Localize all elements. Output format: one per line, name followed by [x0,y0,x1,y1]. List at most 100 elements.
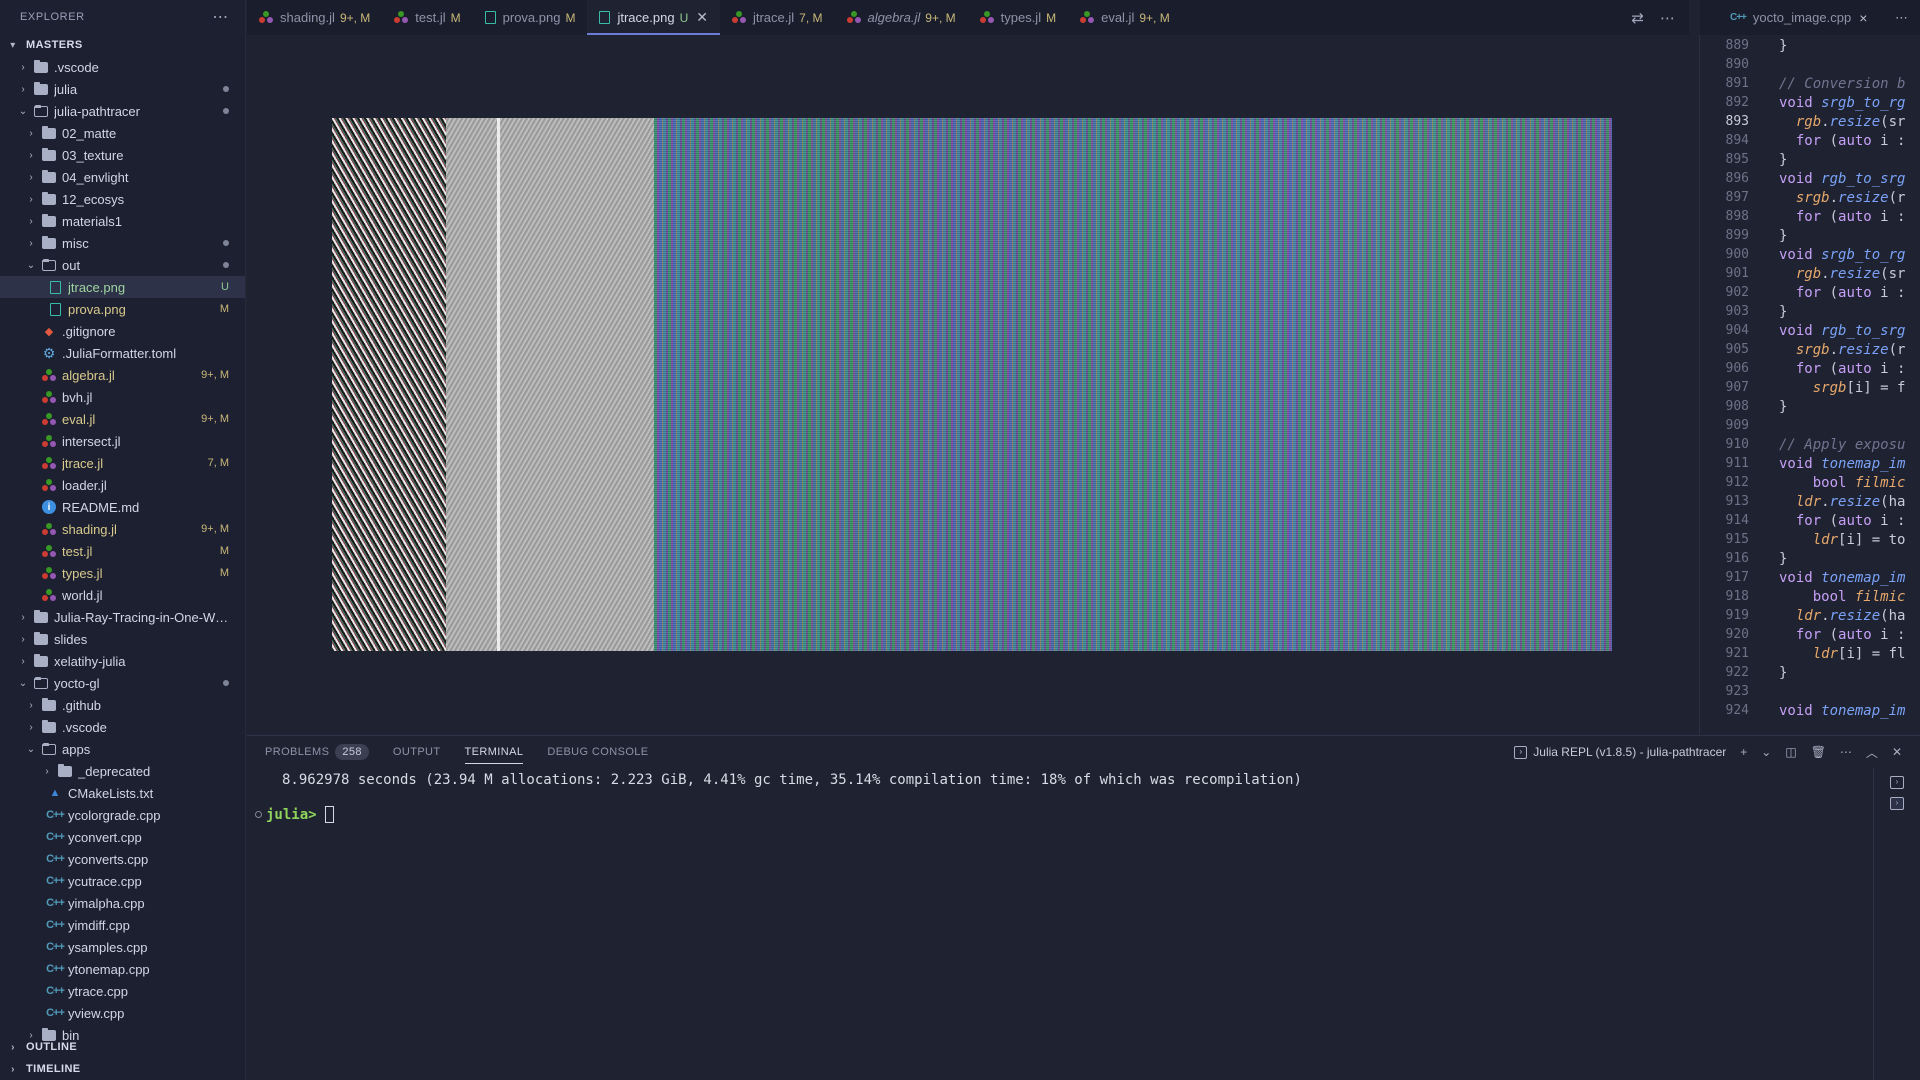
tree-item-ycolorgrade-cpp[interactable]: C++ ycolorgrade.cpp [0,804,245,826]
tree-item-julia-pathtracer[interactable]: ⌄ julia-pathtracer [0,100,245,122]
terminal-output: 8.962978 seconds (23.94 M allocations: 2… [282,772,1302,788]
split-terminal-icon[interactable]: ◫ [1785,745,1796,759]
tree-item-algebra-jl[interactable]: algebra.jl 9+, M [0,364,245,386]
julia-file-icon [42,390,56,404]
panel-tab-debug-console[interactable]: DEBUG CONSOLE [547,736,648,768]
chevron-right-icon: › [11,1041,15,1053]
tree-item-yocto-gl[interactable]: ⌄ yocto-gl [0,672,245,694]
close-icon[interactable]: ✕ [696,9,708,26]
tree-item-label: bvh.jl [62,389,93,405]
more-actions-icon[interactable]: ⋯ [1660,9,1675,27]
workspace-root-masters[interactable]: ▾ MASTERS [0,34,245,56]
tree-item-slides[interactable]: › slides [0,628,245,650]
tree-item-03-texture[interactable]: › 03_texture [0,144,245,166]
tree-item--vscode[interactable]: › .vscode [0,716,245,738]
tab-jtrace-png[interactable]: jtrace.png U ✕ [587,0,720,35]
terminal-instance-icon[interactable]: › [1890,776,1904,789]
tree-item--deprecated[interactable]: › _deprecated [0,760,245,782]
tree-item-jtrace-png[interactable]: jtrace.png U [0,276,245,298]
tree-item-cmakelists-txt[interactable]: ▲ CMakeLists.txt [0,782,245,804]
tab-types-jl[interactable]: types.jl M [968,0,1068,35]
folder-icon [34,631,48,646]
maximize-panel-icon[interactable]: ︿ [1866,744,1878,761]
tree-item-bvh-jl[interactable]: bvh.jl [0,386,245,408]
terminal[interactable]: 8.962978 seconds (23.94 M allocations: 2… [247,768,1872,1080]
tree-item-02-matte[interactable]: › 02_matte [0,122,245,144]
more-actions-icon[interactable]: ⋯ [1895,10,1920,26]
tree-item-julia-ray-tracing-in-one-we-[interactable]: › Julia-Ray-Tracing-in-One-We... [0,606,245,628]
tab-shading-jl[interactable]: shading.jl 9+, M [247,0,382,35]
tab-eval-jl[interactable]: eval.jl 9+, M [1068,0,1182,35]
close-icon[interactable]: × [1859,10,1867,26]
panel-tab-terminal[interactable]: TERMINAL [464,736,524,768]
tab-jtrace-jl[interactable]: jtrace.jl 7, M [720,0,835,35]
tree-item--gitignore[interactable]: ◆ .gitignore [0,320,245,342]
tree-item-intersect-jl[interactable]: intersect.jl [0,430,245,452]
chevron-right-icon: › [21,611,25,623]
tree-item-shading-jl[interactable]: shading.jl 9+, M [0,518,245,540]
tree-item-label: test.jl [62,543,93,559]
tree-item-yview-cpp[interactable]: C++ yview.cpp [0,1002,245,1024]
tree-item-label: ysamples.cpp [68,939,148,955]
terminal-selector[interactable]: › Julia REPL (v1.8.5) - julia-pathtracer [1514,745,1726,759]
tree-item--github[interactable]: › .github [0,694,245,716]
tree-item-label: apps [62,741,91,757]
outline-section[interactable]: › OUTLINE [0,1036,246,1058]
tree-item-yimdiff-cpp[interactable]: C++ yimdiff.cpp [0,914,245,936]
more-icon[interactable]: ⋯ [1840,745,1852,759]
trash-icon[interactable]: 🗑 [1811,745,1826,759]
code-line: 916} [1700,551,1788,570]
tree-item-12-ecosys[interactable]: › 12_ecosys [0,188,245,210]
chevron-down-icon[interactable]: ⌄ [1761,745,1771,759]
tree-item-misc[interactable]: › misc [0,232,245,254]
line-number: 898 [1725,209,1749,224]
tree-item-types-jl[interactable]: types.jl M [0,562,245,584]
panel-tab-output[interactable]: OUTPUT [393,736,441,768]
explorer-more-icon[interactable]: ⋯ [212,7,229,27]
tab-test-jl[interactable]: test.jl M [382,0,472,35]
tree-item-loader-jl[interactable]: loader.jl [0,474,245,496]
image-preview-jtrace[interactable] [332,118,1612,651]
tree-item-test-jl[interactable]: test.jl M [0,540,245,562]
terminal-instance-icon[interactable]: › [1890,797,1904,810]
tree-item-yimalpha-cpp[interactable]: C++ yimalpha.cpp [0,892,245,914]
panel-tab-problems[interactable]: PROBLEMS 258 [265,736,369,768]
tree-item-world-jl[interactable]: world.jl [0,584,245,606]
chevron-down-icon: ▾ [10,39,16,51]
tree-item-out[interactable]: ⌄ out [0,254,245,276]
tree-item-xelatihy-julia[interactable]: › xelatihy-julia [0,650,245,672]
open-changes-icon[interactable]: ⇄ [1631,9,1644,27]
tab-label: jtrace.png [617,10,675,25]
tab-git-badge: 7, M [799,10,823,25]
tree-item-readme-md[interactable]: i README.md [0,496,245,518]
tree-item-ytrace-cpp[interactable]: C++ ytrace.cpp [0,980,245,1002]
chevron-right-icon: › [29,149,33,161]
tree-item--vscode[interactable]: › .vscode [0,56,245,78]
julia-file-icon [42,544,56,558]
tab-prova-png[interactable]: prova.png M [473,0,588,35]
tree-item-jtrace-jl[interactable]: jtrace.jl 7, M [0,452,245,474]
tree-item-prova-png[interactable]: prova.png M [0,298,245,320]
tab-algebra-jl[interactable]: algebra.jl 9+, M [835,0,968,35]
folder-icon [42,213,56,228]
tree-item-ytonemap-cpp[interactable]: C++ ytonemap.cpp [0,958,245,980]
code-editor-yocto-image[interactable]: 889} 890 891// Conversion b 892 void srgb_to… [1700,35,1920,735]
timeline-section[interactable]: › TIMELINE [0,1058,246,1080]
tree-item-label: yimalpha.cpp [68,895,145,911]
tab-yocto-image-cpp[interactable]: C++ yocto_image.cpp × [1700,0,1879,35]
tree-item-yconverts-cpp[interactable]: C++ yconverts.cpp [0,848,245,870]
tree-item-julia[interactable]: › julia [0,78,245,100]
new-terminal-icon[interactable]: + [1740,745,1747,759]
tree-item-label: out [62,257,81,273]
tree-item-eval-jl[interactable]: eval.jl 9+, M [0,408,245,430]
tree-item-apps[interactable]: ⌄ apps [0,738,245,760]
code-line: 900 void srgb_to_rg [1700,247,1906,266]
close-panel-icon[interactable]: ✕ [1892,745,1902,759]
tree-item-04-envlight[interactable]: › 04_envlight [0,166,245,188]
tree-item-materials1[interactable]: › materials1 [0,210,245,232]
tree-item-yconvert-cpp[interactable]: C++ yconvert.cpp [0,826,245,848]
tree-item-ysamples-cpp[interactable]: C++ ysamples.cpp [0,936,245,958]
tree-item-ycutrace-cpp[interactable]: C++ ycutrace.cpp [0,870,245,892]
tree-item--juliaformatter-toml[interactable]: ⚙ .JuliaFormatter.toml [0,342,245,364]
julia-prompt: julia> [266,806,317,823]
